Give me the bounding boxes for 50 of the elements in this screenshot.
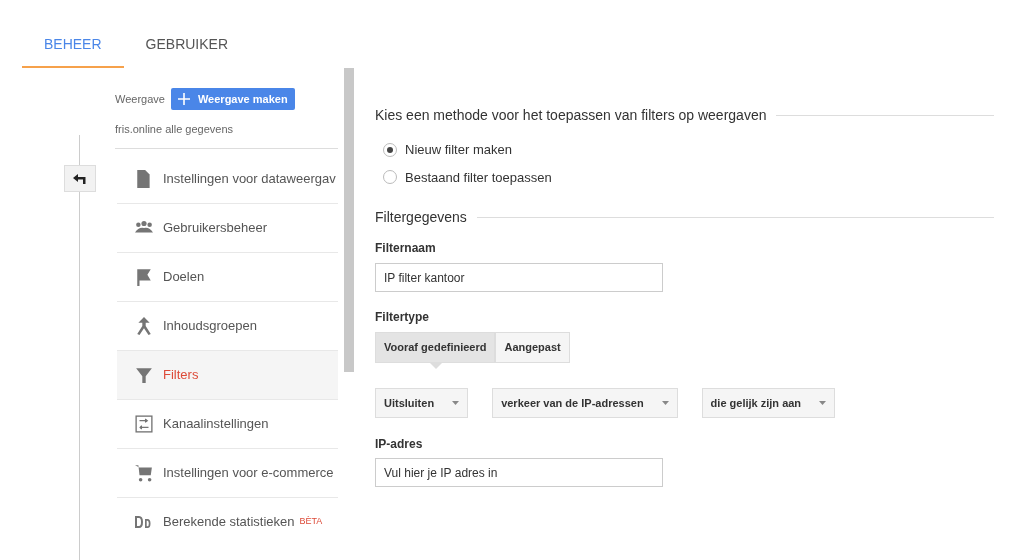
document-icon: [135, 169, 153, 188]
sidebar-item-label: Gebruikersbeheer: [163, 218, 268, 237]
caret-icon: [661, 401, 669, 405]
sidebar-item[interactable]: Instellingen voor dataweergav: [117, 154, 338, 204]
filter-name-field[interactable]: IP filter kantoor: [375, 263, 663, 292]
filter-type-tab[interactable]: Aangepast: [495, 332, 570, 363]
section-heading: Kies een methode voor het toepassen van filters op weergaven: [375, 106, 767, 125]
sliders-icon: [135, 414, 153, 433]
sidebar-item-label: Berekende statistieken: [163, 513, 295, 532]
create-view-button[interactable]: Weergave maken: [170, 88, 295, 110]
field-label: Filternaam: [375, 240, 437, 257]
field-label: IP-adres: [375, 436, 424, 453]
pointer-icon: [430, 363, 442, 369]
sidebar-item[interactable]: Gebruikersbeheer: [117, 203, 338, 253]
dropdown[interactable]: die gelijk zijn aan: [701, 388, 836, 418]
radio-label: Nieuw filter maken: [405, 141, 512, 159]
caret-icon: [819, 401, 827, 405]
dropdown[interactable]: verkeer van de IP-adressen: [492, 388, 678, 418]
sidebar-item-label: Filters: [163, 365, 199, 384]
view-label: Weergave: [115, 91, 165, 107]
view-name: fris.online alle gegevens: [115, 121, 338, 149]
tab[interactable]: GEBRUIKER: [123, 22, 251, 68]
sidebar-item-label: Instellingen voor dataweergav: [163, 169, 336, 188]
field-label: Filtertype: [375, 309, 430, 326]
tab[interactable]: BEHEER: [22, 22, 124, 68]
sidebar-item-label: Doelen: [163, 267, 205, 286]
merge-icon: [135, 316, 153, 335]
sidebar-item[interactable]: Berekende statistieken BÈTA: [117, 497, 338, 547]
radio-label: Bestaand filter toepassen: [405, 168, 552, 187]
filter-type-tab[interactable]: Vooraf gedefinieerd: [375, 332, 496, 363]
back-button[interactable]: [64, 165, 96, 192]
sidebar-item[interactable]: Instellingen voor e-commerce: [117, 448, 338, 498]
sidebar-item-label: Instellingen voor e-commerce: [163, 463, 334, 482]
back-arrow-icon: [73, 173, 87, 184]
cart-icon: [135, 463, 153, 482]
sidebar-item[interactable]: Inhoudsgroepen: [117, 301, 338, 351]
sidebar-item[interactable]: Filters: [117, 350, 338, 400]
section-heading: Filtergegevens: [375, 208, 467, 227]
flag-icon: [135, 267, 153, 286]
plus-icon: [177, 93, 190, 105]
sidebar-item[interactable]: Kanaalinstellingen: [117, 399, 338, 449]
caret-icon: [452, 401, 460, 405]
filter-icon: [135, 365, 153, 384]
sidebar-item-label: Kanaalinstellingen: [163, 414, 269, 433]
dropdown[interactable]: Uitsluiten: [375, 388, 469, 418]
sidebar-item[interactable]: Doelen: [117, 252, 338, 302]
beta-label: BÈTA: [299, 515, 323, 529]
scrollbar[interactable]: [344, 68, 354, 372]
ip-address-field[interactable]: Vul hier je IP adres in: [375, 458, 663, 487]
sidebar-item-label: Inhoudsgroepen: [163, 316, 257, 335]
